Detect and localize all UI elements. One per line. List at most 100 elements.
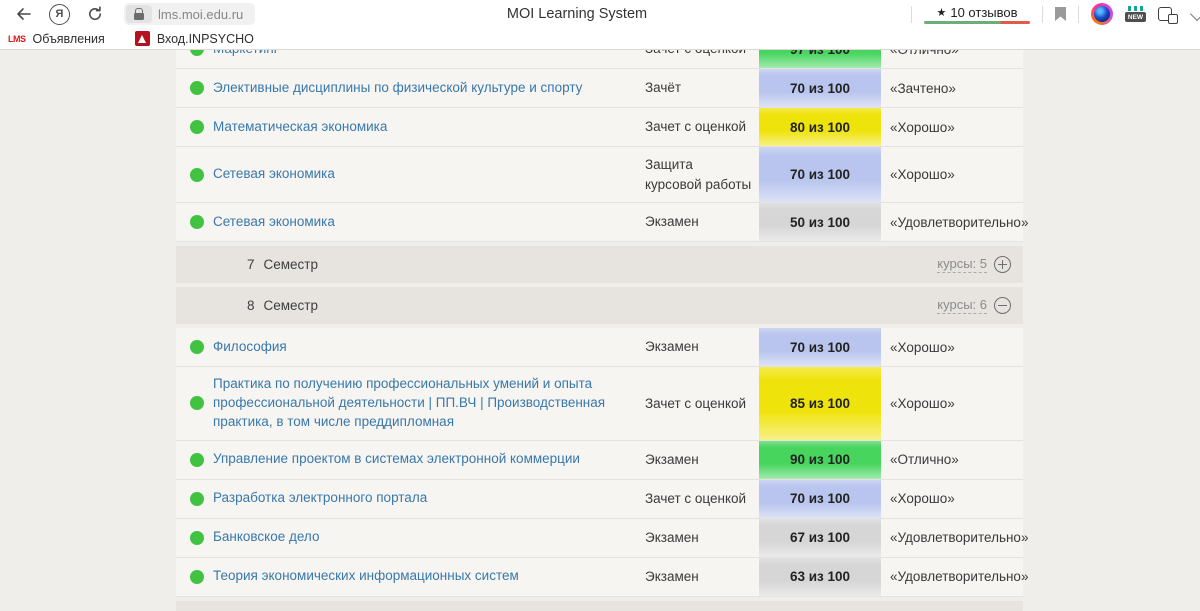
score-cell: 63 из 100 xyxy=(759,558,881,596)
course-link[interactable]: Разработка электронного портала xyxy=(213,489,427,508)
score-value: 70 из 100 xyxy=(790,81,850,96)
course-link[interactable]: Сетевая экономика xyxy=(213,165,335,184)
semester-row: 9 Семестр (текущий) xyxy=(176,601,1023,611)
status-dot xyxy=(190,120,204,134)
status-dot xyxy=(190,492,204,506)
exam-type: Зачёт xyxy=(645,69,759,107)
course-link[interactable]: Банковское дело xyxy=(213,528,319,547)
exam-type: Экзамен xyxy=(645,441,759,479)
chevron-icon[interactable] xyxy=(1190,7,1200,21)
back-button[interactable] xyxy=(14,6,32,22)
status-dot xyxy=(190,396,204,410)
refresh-icon xyxy=(87,6,103,22)
course-row: Практика по получению профессиональных у… xyxy=(176,367,1023,441)
secure-chip[interactable] xyxy=(126,5,152,23)
grade-value: «Удовлетворительно» xyxy=(881,558,1028,596)
grades-table: Маркетинг Зачет с оценкой 97 из 100 «Отл… xyxy=(176,50,1023,611)
course-row: Философия Экзамен 70 из 100 «Хорошо» xyxy=(176,328,1023,367)
pages-extension-icon xyxy=(1158,7,1172,21)
exam-type: Зачет с оценкой xyxy=(645,480,759,518)
score-value: 80 из 100 xyxy=(790,120,850,135)
reviews-label: 10 отзывов xyxy=(950,5,1017,20)
new-extension-icon xyxy=(1128,6,1143,11)
exam-type: Зачет с оценкой xyxy=(645,108,759,146)
bookmark-item-inpsycho[interactable]: Вход.INPSYCHO xyxy=(135,31,254,46)
bookmark-button[interactable] xyxy=(1055,7,1066,21)
grade-value: «Зачтено» xyxy=(881,69,1023,107)
status-dot xyxy=(190,50,204,56)
course-row: Разработка электронного портала Зачет с … xyxy=(176,480,1023,519)
grade-value: «Удовлетворительно» xyxy=(881,203,1028,241)
course-row: Элективные дисциплины по физической куль… xyxy=(176,69,1023,108)
url-text[interactable]: lms.moi.edu.ru xyxy=(156,7,253,22)
score-value: 70 из 100 xyxy=(790,167,850,182)
bookmark-item-announcements[interactable]: LMS Объявления xyxy=(8,32,105,46)
extension-globe-button[interactable] xyxy=(1091,3,1113,25)
course-row: Математическая экономика Зачет с оценкой… xyxy=(176,108,1023,147)
course-link[interactable]: Управление проектом в системах электронн… xyxy=(213,450,580,469)
semester-label: Семестр xyxy=(264,257,319,272)
reviews-rating-bar xyxy=(924,21,1030,24)
divider xyxy=(1078,6,1079,23)
score-value: 63 из 100 xyxy=(790,569,850,584)
grade-value: «Хорошо» xyxy=(881,328,1023,366)
semester-row: 7 Семестр курсы: 5 xyxy=(176,246,1023,283)
score-cell: 70 из 100 xyxy=(759,147,881,202)
grade-value: «Отлично» xyxy=(881,50,1023,68)
course-link[interactable]: Сетевая экономика xyxy=(213,213,335,232)
yandex-icon[interactable]: Я xyxy=(49,4,70,25)
score-cell: 70 из 100 xyxy=(759,328,881,366)
course-row: Маркетинг Зачет с оценкой 97 из 100 «Отл… xyxy=(176,50,1023,69)
course-row: Теория экономических информационных сист… xyxy=(176,558,1023,597)
score-cell: 90 из 100 xyxy=(759,441,881,479)
semester-title: 8 Семестр xyxy=(247,298,318,313)
score-value: 85 из 100 xyxy=(790,396,850,411)
address-bar[interactable]: lms.moi.edu.ru xyxy=(124,3,255,25)
score-value: 70 из 100 xyxy=(790,491,850,506)
score-cell: 85 из 100 xyxy=(759,367,881,440)
semester-label: Семестр xyxy=(264,298,319,313)
courses-count-link[interactable]: курсы: 5 xyxy=(937,256,987,273)
course-row: Управление проектом в системах электронн… xyxy=(176,441,1023,480)
score-value: 90 из 100 xyxy=(790,452,850,467)
toggle-icon[interactable] xyxy=(994,297,1011,314)
exam-type: Зачет с оценкой xyxy=(645,367,759,440)
course-link[interactable]: Философия xyxy=(213,338,287,357)
course-link[interactable]: Элективные дисциплины по физической куль… xyxy=(213,79,582,98)
course-link[interactable]: Теория экономических информационных сист… xyxy=(213,567,519,586)
grade-value: «Хорошо» xyxy=(881,108,1023,146)
semester-row: 8 Семестр курсы: 6 xyxy=(176,287,1023,324)
toggle-icon[interactable] xyxy=(994,256,1011,273)
score-cell: 97 из 100 xyxy=(759,50,881,68)
course-link[interactable]: Маркетинг xyxy=(213,50,279,58)
exam-type: Экзамен xyxy=(645,519,759,557)
status-dot xyxy=(190,531,204,545)
refresh-button[interactable] xyxy=(87,6,103,22)
globe-extension-icon xyxy=(1091,3,1113,25)
course-link[interactable]: Практика по получению профессиональных у… xyxy=(213,375,615,432)
score-cell: 70 из 100 xyxy=(759,69,881,107)
extension-new-button[interactable]: NEW xyxy=(1125,6,1146,22)
site-reviews[interactable]: ★ 10 отзывов xyxy=(924,5,1030,24)
inpsycho-favicon xyxy=(135,31,150,46)
lms-favicon: LMS xyxy=(8,34,26,44)
score-value: 67 из 100 xyxy=(790,530,850,545)
status-dot xyxy=(190,168,204,182)
exam-type: Экзамен xyxy=(645,203,759,241)
grade-value: «Хорошо» xyxy=(881,480,1023,518)
score-value: 97 из 100 xyxy=(790,50,850,57)
status-dot xyxy=(190,340,204,354)
courses-count-link[interactable]: курсы: 6 xyxy=(937,297,987,314)
course-row: Банковское дело Экзамен 67 из 100 «Удовл… xyxy=(176,519,1023,558)
lock-icon xyxy=(134,13,144,20)
semester-title: 7 Семестр xyxy=(247,257,318,272)
grade-value: «Хорошо» xyxy=(881,147,1023,202)
exam-type: Защита курсовой работы xyxy=(645,147,759,202)
extension-pages-button[interactable] xyxy=(1158,7,1180,21)
status-dot xyxy=(190,453,204,467)
course-row: Сетевая экономика Защита курсовой работы… xyxy=(176,147,1023,203)
exam-type: Экзамен xyxy=(645,558,759,596)
course-link[interactable]: Математическая экономика xyxy=(213,118,387,137)
grade-value: «Удовлетворительно» xyxy=(881,519,1028,557)
status-dot xyxy=(190,215,204,229)
